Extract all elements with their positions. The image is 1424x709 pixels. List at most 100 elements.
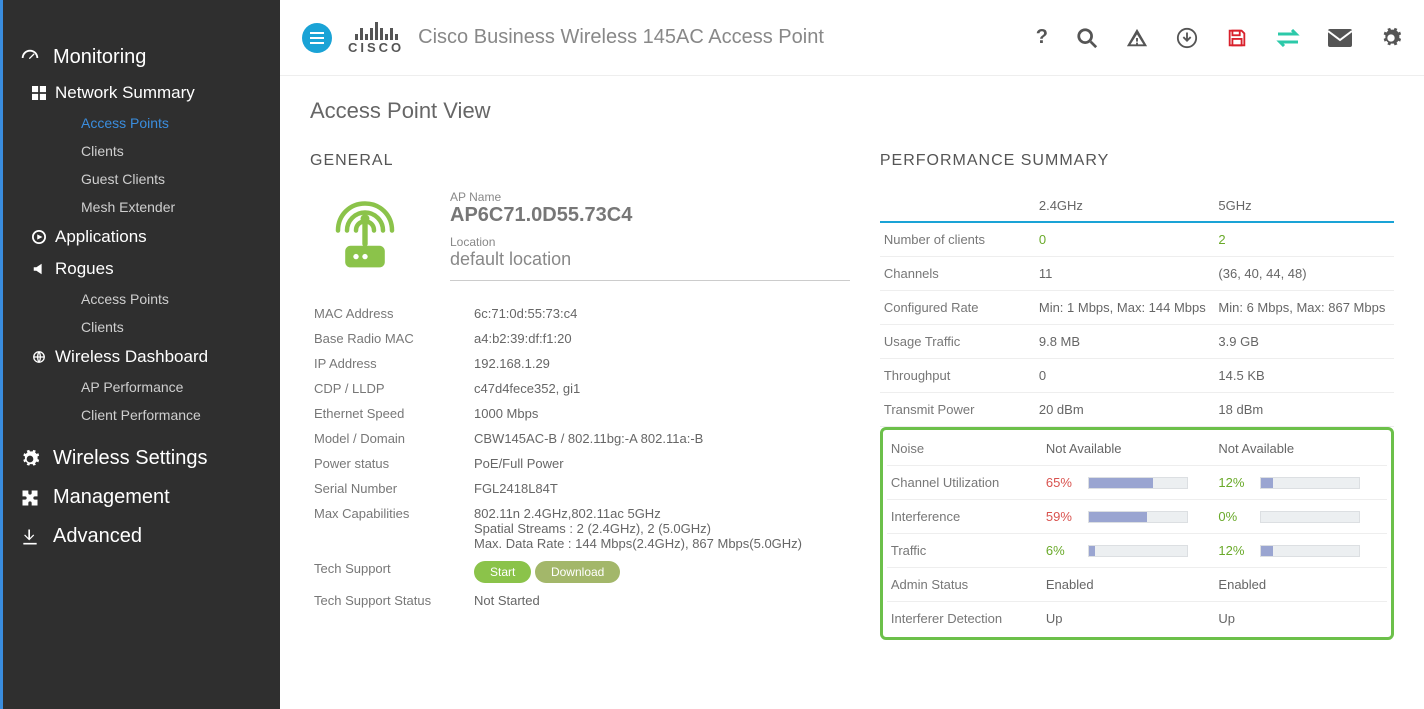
tech-support-status-value: Not Started: [470, 588, 850, 613]
menu-toggle-button[interactable]: [302, 23, 332, 53]
nav-monitoring-label: Monitoring: [53, 46, 146, 69]
perf-val-5: 18 dBm: [1214, 393, 1394, 427]
sidebar-item-access-points[interactable]: Access Points: [3, 109, 280, 137]
alert-icon[interactable]: [1126, 27, 1148, 49]
progress-bar: [1088, 477, 1188, 489]
sidebar-item-client-performance[interactable]: Client Performance: [3, 401, 280, 429]
grid-icon: [29, 86, 49, 100]
help-icon[interactable]: ?: [1036, 26, 1048, 49]
perf-key: Throughput: [880, 359, 1035, 393]
general-value: 802.11n 2.4GHz,802.11ac 5GHz Spatial Str…: [470, 501, 850, 556]
ap-location-label: Location: [450, 235, 850, 249]
nav-management-label: Management: [53, 486, 170, 509]
sidebar-item-ap-performance[interactable]: AP Performance: [3, 373, 280, 401]
ap-name-label: AP Name: [450, 190, 850, 204]
tech-support-start-button[interactable]: Start: [474, 561, 531, 583]
perf-key: Transmit Power: [880, 393, 1035, 427]
settings-icon[interactable]: [1380, 27, 1402, 49]
general-key: CDP / LLDP: [310, 376, 470, 401]
perf-interferer-label: Interferer Detection: [887, 602, 1042, 636]
perf-val-5: Min: 6 Mbps, Max: 867 Mbps: [1214, 291, 1394, 325]
page-title: Access Point View: [310, 98, 1394, 124]
nav-monitoring[interactable]: Monitoring: [3, 38, 280, 77]
general-key: Serial Number: [310, 476, 470, 501]
general-key: Base Radio MAC: [310, 326, 470, 351]
general-value: a4:b2:39:df:f1:20: [470, 326, 850, 351]
bullhorn-icon: [29, 262, 49, 276]
perf-channel-utilization-24: 65%: [1042, 466, 1215, 500]
nav-rogues-label: Rogues: [55, 259, 114, 279]
perf-channel-utilization-label: Channel Utilization: [887, 466, 1042, 500]
perf-val-5: 2: [1214, 222, 1394, 257]
general-value: PoE/Full Power: [470, 451, 850, 476]
general-key: Power status: [310, 451, 470, 476]
general-value: 192.168.1.29: [470, 351, 850, 376]
general-table: MAC Address6c:71:0d:55:73:c4Base Radio M…: [310, 301, 850, 613]
perf-interference-label: Interference: [887, 500, 1042, 534]
nav-advanced-label: Advanced: [53, 525, 142, 548]
perf-val-5: 3.9 GB: [1214, 325, 1394, 359]
progress-bar: [1260, 511, 1360, 523]
access-point-icon: [310, 190, 420, 280]
play-circle-icon: [29, 230, 49, 244]
nav-advanced[interactable]: Advanced: [3, 517, 280, 556]
sidebar-item-mesh-extender[interactable]: Mesh Extender: [3, 193, 280, 221]
perf-key: Configured Rate: [880, 291, 1035, 325]
ap-name-value: AP6C71.0D55.73C4: [450, 204, 850, 227]
nav-management[interactable]: Management: [3, 478, 280, 517]
perf-channel-utilization-5: 12%: [1214, 466, 1387, 500]
nav-wireless-dashboard[interactable]: Wireless Dashboard: [3, 341, 280, 373]
perf-traffic-label: Traffic: [887, 534, 1042, 568]
progress-bar: [1088, 545, 1188, 557]
download-circle-icon[interactable]: [1176, 27, 1198, 49]
perf-interference-5: 0%: [1214, 500, 1387, 534]
perf-val-24: 9.8 MB: [1035, 325, 1215, 359]
nav-wireless-settings[interactable]: Wireless Settings: [3, 439, 280, 478]
perf-interference-24: 59%: [1042, 500, 1215, 534]
nav-applications-label: Applications: [55, 227, 147, 247]
nav-network-summary[interactable]: Network Summary: [3, 77, 280, 109]
globe-icon: [29, 350, 49, 364]
cisco-logo: CISCO: [348, 20, 404, 55]
sidebar-item-clients[interactable]: Clients: [3, 137, 280, 165]
save-icon[interactable]: [1226, 27, 1248, 49]
general-value: 6c:71:0d:55:73:c4: [470, 301, 850, 326]
tech-support-download-button[interactable]: Download: [535, 561, 620, 583]
general-panel: GENERAL: [310, 152, 850, 640]
perf-val-24: 20 dBm: [1035, 393, 1215, 427]
nav-network-summary-label: Network Summary: [55, 83, 195, 103]
puzzle-icon: [17, 488, 43, 508]
perf-key: Number of clients: [880, 222, 1035, 257]
perf-admin-label: Admin Status: [887, 568, 1042, 602]
download-icon: [17, 527, 43, 547]
general-key: MAC Address: [310, 301, 470, 326]
perf-val-5: 14.5 KB: [1214, 359, 1394, 393]
perf-interferer-24: Up: [1042, 602, 1215, 636]
mail-icon[interactable]: [1328, 29, 1352, 47]
perf-noise-24: Not Available: [1042, 432, 1215, 466]
nav-rogues[interactable]: Rogues: [3, 253, 280, 285]
sidebar-item-rogue-clients[interactable]: Clients: [3, 313, 280, 341]
product-name: Cisco Business Wireless 145AC Access Poi…: [418, 26, 824, 49]
tech-support-label: Tech Support: [310, 556, 470, 588]
general-value: c47d4fece352, gi1: [470, 376, 850, 401]
perf-noise-5: Not Available: [1214, 432, 1387, 466]
nav-applications[interactable]: Applications: [3, 221, 280, 253]
perf-noise-label: Noise: [887, 432, 1042, 466]
perf-val-24: 0: [1035, 359, 1215, 393]
perf-traffic-5: 12%: [1214, 534, 1387, 568]
performance-panel: PERFORMANCE SUMMARY 2.4GHz 5GHz Number o…: [880, 152, 1394, 640]
sidebar-item-rogue-aps[interactable]: Access Points: [3, 285, 280, 313]
general-heading: GENERAL: [310, 152, 850, 170]
sidebar: Monitoring Network Summary Access Points…: [0, 0, 280, 709]
sync-icon[interactable]: [1276, 29, 1300, 47]
general-key: Model / Domain: [310, 426, 470, 451]
sidebar-item-guest-clients[interactable]: Guest Clients: [3, 165, 280, 193]
gear-icon: [17, 449, 43, 469]
perf-key: Channels: [880, 257, 1035, 291]
header: CISCO Cisco Business Wireless 145AC Acce…: [280, 0, 1424, 76]
general-value: FGL2418L84T: [470, 476, 850, 501]
dashboard-icon: [17, 47, 43, 69]
search-icon[interactable]: [1076, 27, 1098, 49]
perf-val-24: 11: [1035, 257, 1215, 291]
